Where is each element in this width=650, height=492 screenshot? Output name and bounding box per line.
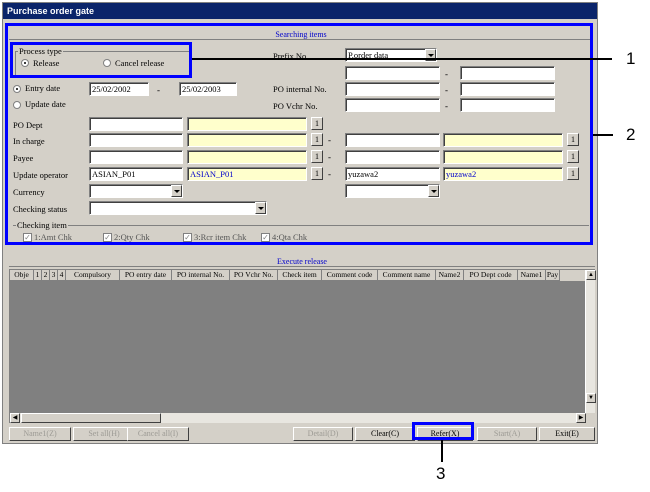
grid-column-header[interactable]: Comment name: [378, 270, 436, 281]
grid-column-header[interactable]: 4: [58, 270, 66, 281]
grid-body[interactable]: [10, 281, 586, 413]
vertical-scrollbar[interactable]: ▲ ▼: [585, 270, 596, 413]
start-button[interactable]: Start(A): [477, 427, 537, 441]
horizontal-scrollbar[interactable]: ◀ ▶: [10, 413, 586, 423]
grid-column-header[interactable]: PO internal No.: [172, 270, 230, 281]
grid-column-header[interactable]: 1: [34, 270, 42, 281]
refer-button-highlight: [412, 422, 474, 440]
searching-items-highlight: [5, 23, 593, 245]
callout-3-number: 3: [436, 464, 446, 483]
grid-column-header[interactable]: PO Vchr No.: [230, 270, 278, 281]
callout-2-line: [593, 134, 613, 136]
callout-1-number: 1: [626, 49, 636, 68]
grid-header: Obje 1 2 3 4 Compulsory PO entry date PO…: [10, 270, 560, 281]
callout-3-line: [441, 440, 443, 462]
grid-column-header[interactable]: PO entry date: [120, 270, 172, 281]
clear-button[interactable]: Clear(C): [355, 427, 415, 441]
scroll-left-icon[interactable]: ◀: [10, 413, 20, 423]
grid-column-header[interactable]: PO Dept code: [464, 270, 518, 281]
grid-column-header[interactable]: Pay: [546, 270, 560, 281]
execute-release-header: Execute release: [9, 256, 595, 267]
callout-2-number: 2: [626, 125, 636, 144]
horizontal-scroll-thumb[interactable]: [21, 413, 161, 423]
grid-column-header[interactable]: 3: [50, 270, 58, 281]
grid-column-header[interactable]: 2: [42, 270, 50, 281]
release-grid[interactable]: Obje 1 2 3 4 Compulsory PO entry date PO…: [9, 269, 596, 423]
grid-column-header[interactable]: Check item: [278, 270, 322, 281]
cancel-all-button[interactable]: Cancel all(I): [127, 427, 189, 441]
scroll-right-icon[interactable]: ▶: [576, 413, 586, 423]
scroll-up-icon[interactable]: ▲: [586, 270, 596, 280]
set-all-button[interactable]: Set all(H): [73, 427, 135, 441]
scroll-down-icon[interactable]: ▼: [586, 393, 596, 403]
detail-button[interactable]: Detail(D): [293, 427, 353, 441]
exit-button[interactable]: Exit(E): [539, 427, 595, 441]
grid-column-header[interactable]: Obje: [10, 270, 34, 281]
grid-column-header[interactable]: Name2: [436, 270, 464, 281]
window-title: Purchase order gate: [3, 3, 597, 19]
grid-column-header[interactable]: Name1: [518, 270, 546, 281]
grid-column-header[interactable]: Compulsory: [66, 270, 120, 281]
callout-1-line: [192, 58, 612, 60]
name-button[interactable]: Name1(Z): [9, 427, 71, 441]
grid-column-header[interactable]: Comment code: [322, 270, 378, 281]
